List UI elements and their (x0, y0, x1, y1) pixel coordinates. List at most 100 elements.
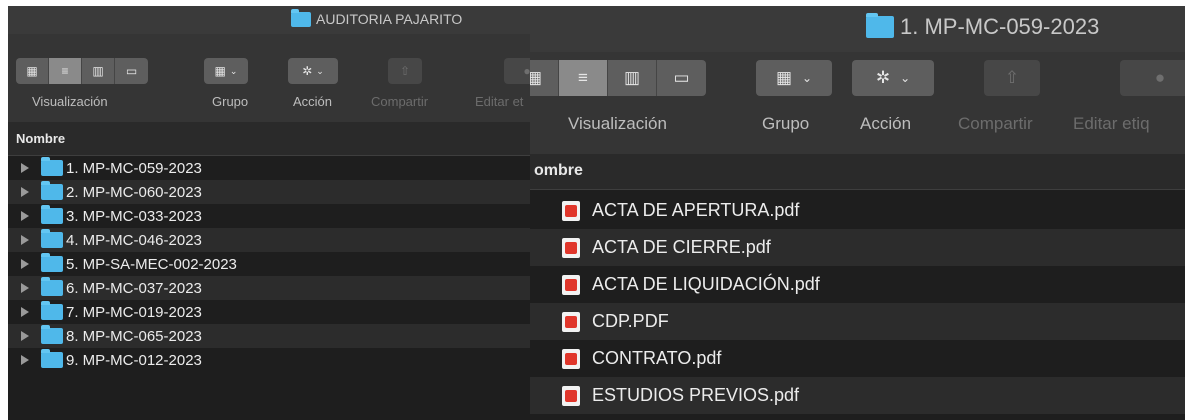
folder-row[interactable]: 3. MP-MC-033-2023 (8, 204, 538, 228)
finder-window-right: 1. MP-MC-059-2023 ▦ ≡ ▥ ▭ ▦ ⌄ ✲ ⌄ ⇧ ● Vi… (530, 6, 1185, 420)
group-icon: ▦ (214, 64, 226, 78)
column-header-name[interactable]: ombre (530, 154, 1185, 190)
pdf-icon (562, 237, 580, 258)
file-row[interactable]: CDP.PDF (530, 303, 1185, 340)
tag-icon: ● (1154, 68, 1166, 87)
file-row[interactable]: CONTRATO.pdf (530, 340, 1185, 377)
disclosure-triangle-icon[interactable] (21, 331, 29, 341)
icon-view-grid-icon: ▦ (26, 64, 38, 78)
folder-icon (41, 229, 63, 248)
folder-icon (41, 253, 63, 272)
share-icon: ⇧ (1004, 68, 1020, 87)
file-name: ACTA DE APERTURA.pdf (592, 200, 800, 220)
file-name: ACTA DE LIQUIDACIÓN.pdf (592, 274, 820, 294)
edit-tags-label: Editar et (475, 94, 524, 109)
window-title: AUDITORIA PAJARITO (291, 8, 463, 27)
folder-icon (41, 325, 63, 344)
disclosure-triangle-icon[interactable] (21, 307, 29, 317)
gallery-view-button[interactable]: ▭ (657, 60, 706, 96)
window-title-text: AUDITORIA PAJARITO (316, 11, 463, 27)
folder-row[interactable]: 2. MP-MC-060-2023 (8, 180, 538, 204)
group-label: Grupo (212, 94, 249, 109)
gear-icon: ✲ (302, 64, 313, 78)
action-button[interactable]: ✲ ⌄ (852, 60, 934, 96)
folder-row[interactable]: 7. MP-MC-019-2023 (8, 300, 538, 324)
share-label: Compartir (371, 94, 429, 109)
action-label: Acción (860, 114, 912, 133)
view-mode-segmented-control: ▦ ≡ ▥ ▭ (16, 58, 148, 84)
toolbar: ▦ ≡ ▥ ▭ ▦ ⌄ ✲ ⌄ ⇧ ● Visualización Grupo … (8, 34, 538, 122)
share-label: Compartir (958, 114, 1033, 133)
list-view-icon: ≡ (61, 64, 69, 78)
action-button[interactable]: ✲ ⌄ (288, 58, 338, 84)
folder-name: 9. MP-MC-012-2023 (66, 351, 202, 369)
chevron-down-icon: ⌄ (900, 71, 911, 85)
folder-icon (41, 157, 63, 176)
file-name: CDP.PDF (592, 311, 669, 331)
folder-row[interactable]: 1. MP-MC-059-2023 (8, 156, 538, 180)
chevron-down-icon: ⌄ (802, 71, 813, 85)
folder-name: 4. MP-MC-046-2023 (66, 231, 202, 249)
folder-name: 1. MP-MC-059-2023 (66, 159, 202, 177)
list-view-icon: ≡ (578, 68, 588, 87)
folder-icon (291, 8, 311, 27)
gallery-view-button[interactable]: ▭ (115, 58, 148, 84)
folder-row[interactable]: 4. MP-MC-046-2023 (8, 228, 538, 252)
folder-name: 2. MP-MC-060-2023 (66, 183, 202, 201)
edit-tags-button[interactable]: ● (1120, 60, 1185, 96)
disclosure-triangle-icon[interactable] (21, 187, 29, 197)
disclosure-triangle-icon[interactable] (21, 211, 29, 221)
share-button[interactable]: ⇧ (984, 60, 1040, 96)
pdf-icon (562, 385, 580, 406)
folder-list: 1. MP-MC-059-2023 2. MP-MC-060-2023 3. M… (8, 156, 538, 372)
file-row[interactable]: ACTA DE APERTURA.pdf (530, 192, 1185, 229)
edit-tags-label: Editar etiq (1073, 114, 1150, 133)
group-button[interactable]: ▦ ⌄ (204, 58, 248, 84)
group-label: Grupo (762, 114, 810, 133)
gear-icon: ✲ (875, 68, 891, 87)
column-view-button[interactable]: ▥ (608, 60, 657, 96)
list-view-button[interactable]: ≡ (49, 58, 82, 84)
group-button[interactable]: ▦ ⌄ (756, 60, 832, 96)
disclosure-triangle-icon[interactable] (21, 283, 29, 293)
column-view-icon: ▥ (623, 68, 641, 87)
folder-name: 8. MP-MC-065-2023 (66, 327, 202, 345)
pdf-icon (562, 348, 580, 369)
chevron-down-icon: ⌄ (316, 65, 324, 76)
file-row[interactable]: ACTA DE LIQUIDACIÓN.pdf (530, 266, 1185, 303)
folder-row[interactable]: 6. MP-MC-037-2023 (8, 276, 538, 300)
folder-icon (866, 13, 894, 38)
column-view-icon: ▥ (92, 64, 104, 78)
share-icon: ⇧ (399, 64, 411, 78)
file-name: ESTUDIOS PREVIOS.pdf (592, 385, 800, 405)
group-icon: ▦ (775, 68, 792, 87)
folder-icon (41, 301, 63, 320)
folder-row[interactable]: 9. MP-MC-012-2023 (8, 348, 538, 372)
column-view-button[interactable]: ▥ (82, 58, 115, 84)
title-bar: 1. MP-MC-059-2023 (530, 6, 1185, 52)
folder-row[interactable]: 8. MP-MC-065-2023 (8, 324, 538, 348)
file-name: ACTA DE CIERRE.pdf (592, 237, 771, 257)
icon-view-button[interactable]: ▦ (530, 60, 559, 96)
share-button[interactable]: ⇧ (388, 58, 422, 84)
folder-row[interactable]: 5. MP-SA-MEC-002-2023 (8, 252, 538, 276)
pdf-icon (562, 311, 580, 332)
icon-view-button[interactable]: ▦ (16, 58, 49, 84)
list-view-button[interactable]: ≡ (559, 60, 608, 96)
action-label: Acción (293, 94, 333, 109)
folder-name: 3. MP-MC-033-2023 (66, 207, 202, 225)
icon-view-grid-icon: ▦ (530, 68, 543, 87)
disclosure-triangle-icon[interactable] (21, 355, 29, 365)
folder-name: 6. MP-MC-037-2023 (66, 279, 202, 297)
window-title: 1. MP-MC-059-2023 (866, 13, 1099, 40)
file-name: CONTRATO.pdf (592, 348, 722, 368)
disclosure-triangle-icon[interactable] (21, 235, 29, 245)
disclosure-triangle-icon[interactable] (21, 259, 29, 269)
finder-window-left: AUDITORIA PAJARITO ▦ ≡ ▥ ▭ ▦ ⌄ ✲ ⌄ ⇧ ● V… (8, 6, 538, 420)
file-row[interactable]: ESTUDIOS PREVIOS.pdf (530, 377, 1185, 414)
column-header-name[interactable]: Nombre (8, 122, 538, 156)
file-row[interactable]: ACTA DE CIERRE.pdf (530, 229, 1185, 266)
folder-name: 5. MP-SA-MEC-002-2023 (66, 255, 237, 273)
disclosure-triangle-icon[interactable] (21, 163, 29, 173)
pdf-icon (562, 200, 580, 221)
